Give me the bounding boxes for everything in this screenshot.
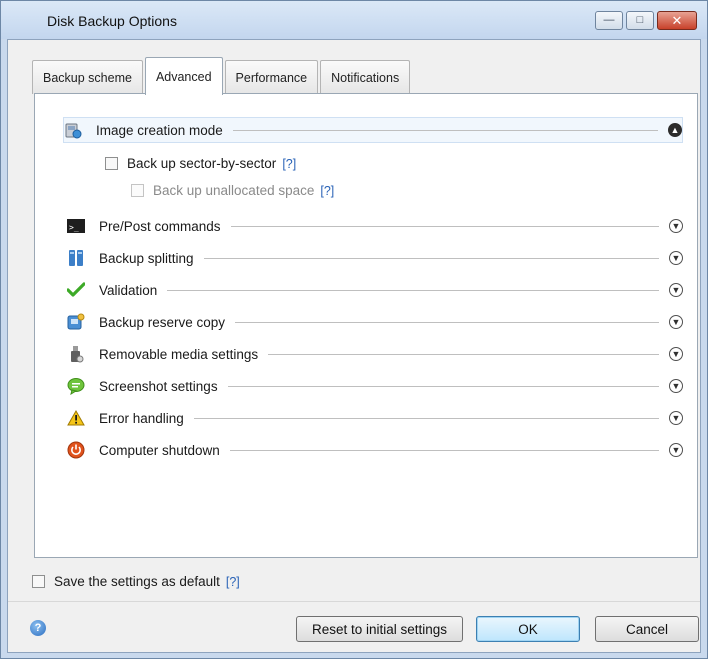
section-label: Pre/Post commands [99, 218, 221, 234]
chevron-up-icon[interactable]: ▲ [668, 123, 682, 137]
window-controls: — □ ✕ [592, 11, 697, 30]
unallocated-space-help-link[interactable]: [?] [320, 184, 334, 198]
save-as-default-help-link[interactable]: [?] [226, 575, 240, 589]
section-label: Error handling [99, 410, 184, 426]
speech-bubble-icon [67, 377, 85, 395]
minimize-button[interactable]: — [595, 11, 623, 30]
sector-by-sector-help-link[interactable]: [?] [282, 157, 296, 171]
unallocated-space-row: Back up unallocated space [?] [131, 183, 334, 198]
unallocated-space-checkbox[interactable] [131, 184, 144, 197]
chevron-down-icon[interactable]: ▼ [669, 315, 683, 329]
save-as-default-row: Save the settings as default [?] [32, 574, 240, 589]
save-as-default-checkbox[interactable] [32, 575, 45, 588]
tab-performance[interactable]: Performance [224, 60, 319, 94]
window-title: Disk Backup Options [47, 13, 177, 29]
section-label: Validation [99, 282, 158, 298]
section-removable-media-settings[interactable]: Removable media settings ▼ [67, 342, 683, 366]
section-divider [229, 449, 659, 451]
sector-by-sector-label[interactable]: Back up sector-by-sector [127, 156, 276, 171]
section-divider [167, 289, 659, 291]
warning-icon [67, 409, 85, 427]
section-computer-shutdown[interactable]: Computer shutdown ▼ [67, 438, 683, 462]
section-label: Image creation mode [96, 122, 223, 138]
reserve-copy-icon [67, 313, 85, 331]
tab-backup-scheme[interactable]: Backup scheme [32, 60, 143, 94]
section-label: Backup splitting [99, 250, 194, 266]
checkmark-icon [67, 281, 85, 299]
advanced-panel: Image creation mode ▲ Back up sector-by-… [34, 93, 698, 558]
section-divider [232, 129, 658, 131]
svg-text:>_: >_ [69, 223, 79, 232]
section-divider [230, 225, 659, 227]
chevron-down-icon[interactable]: ▼ [669, 347, 683, 361]
section-divider [203, 257, 659, 259]
section-label: Removable media settings [99, 346, 259, 362]
save-as-default-label[interactable]: Save the settings as default [54, 574, 220, 589]
section-label: Screenshot settings [99, 378, 218, 394]
sector-by-sector-row: Back up sector-by-sector [?] [105, 156, 296, 171]
section-label: Backup reserve copy [99, 314, 226, 330]
chevron-down-icon[interactable]: ▼ [669, 379, 683, 393]
chevron-down-icon[interactable]: ▼ [669, 411, 683, 425]
section-backup-reserve-copy[interactable]: Backup reserve copy ▼ [67, 310, 683, 334]
chevron-down-icon[interactable]: ▼ [669, 443, 683, 457]
section-label: Computer shutdown [99, 442, 220, 458]
sector-by-sector-checkbox[interactable] [105, 157, 118, 170]
section-divider [193, 417, 659, 419]
power-icon [67, 441, 85, 459]
split-icon [67, 249, 85, 267]
chevron-down-icon[interactable]: ▼ [669, 251, 683, 265]
reset-to-initial-settings-button[interactable]: Reset to initial settings [296, 616, 463, 642]
usb-drive-icon [67, 345, 85, 363]
tab-strip: Backup scheme Advanced Performance Notif… [32, 56, 412, 95]
chevron-down-icon[interactable]: ▼ [669, 283, 683, 297]
section-pre-post-commands[interactable]: >_ Pre/Post commands ▼ [67, 214, 683, 238]
section-divider [268, 353, 659, 355]
chevron-down-icon[interactable]: ▼ [669, 219, 683, 233]
section-validation[interactable]: Validation ▼ [67, 278, 683, 302]
maximize-button[interactable]: □ [626, 11, 654, 30]
section-divider [235, 321, 659, 323]
help-icon[interactable]: ? [30, 620, 46, 636]
section-screenshot-settings[interactable]: Screenshot settings ▼ [67, 374, 683, 398]
disk-backup-options-window: Disk Backup Options — □ ✕ Backup scheme … [0, 0, 708, 659]
image-disk-icon [64, 121, 82, 139]
unallocated-space-label: Back up unallocated space [153, 183, 315, 198]
cancel-button[interactable]: Cancel [595, 616, 699, 642]
section-divider [227, 385, 659, 387]
tab-advanced[interactable]: Advanced [144, 57, 223, 95]
ok-button[interactable]: OK [476, 616, 580, 642]
section-error-handling[interactable]: Error handling ▼ [67, 406, 683, 430]
section-image-creation-mode[interactable]: Image creation mode ▲ [63, 117, 683, 143]
tab-notifications[interactable]: Notifications [320, 60, 411, 94]
dialog-body: Backup scheme Advanced Performance Notif… [7, 39, 701, 653]
close-button[interactable]: ✕ [657, 11, 697, 30]
title-bar[interactable]: Disk Backup Options — □ ✕ [1, 1, 707, 39]
section-backup-splitting[interactable]: Backup splitting ▼ [67, 246, 683, 270]
button-bar: ? Reset to initial settings OK Cancel [8, 601, 700, 652]
terminal-icon: >_ [67, 217, 85, 235]
